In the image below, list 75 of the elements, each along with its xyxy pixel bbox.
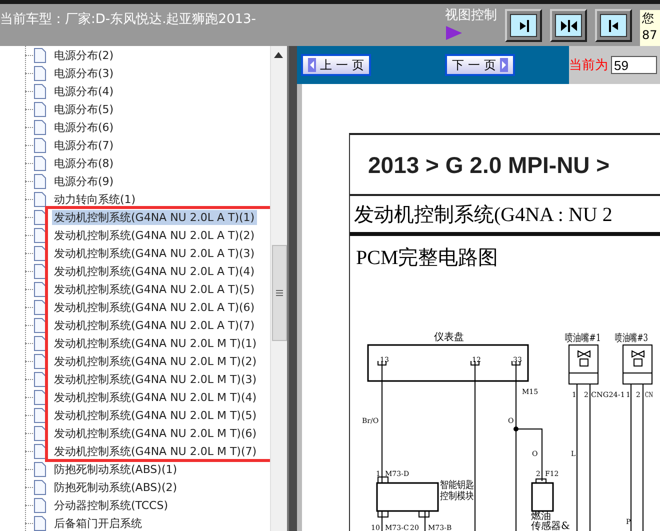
document-icon	[34, 210, 46, 224]
document-heading: 2013 > G 2.0 MPI-NU >	[367, 151, 611, 180]
user-info-text: 87	[641, 27, 658, 44]
tree-item[interactable]: 后备箱门开启系统	[52, 516, 144, 530]
document-icon	[34, 282, 46, 296]
tree-item[interactable]: 发动机控制系统(G4NA NU 2.0L A T)(3)	[52, 246, 257, 260]
tree-item[interactable]: 发动机控制系统(G4NA NU 2.0L M T)(6)	[52, 426, 259, 440]
document-icon	[34, 408, 46, 422]
triangle-icon	[445, 26, 463, 40]
tree-item[interactable]: 电源分布(2)	[52, 48, 116, 62]
next-page-button[interactable]: 下 一 页	[445, 54, 515, 76]
document-icon	[34, 228, 46, 242]
tree-item[interactable]: 发动机控制系统(G4NA NU 2.0L A T)(2)	[52, 228, 257, 242]
tree-item[interactable]: 电源分布(9)	[52, 174, 116, 188]
tree-item[interactable]: 发动机控制系统(G4NA NU 2.0L M T)(4)	[52, 390, 259, 404]
document-icon	[34, 336, 46, 350]
document-icon	[34, 480, 46, 494]
split-view-button[interactable]	[550, 9, 587, 42]
tree-item[interactable]: 发动机控制系统(G4NA NU 2.0L M T)(3)	[52, 372, 259, 386]
scroll-thumb[interactable]	[272, 245, 287, 341]
document-icon	[34, 120, 46, 134]
section-title: 发动机控制系统(G4NA : NU 2	[350, 194, 660, 236]
document-icon	[34, 300, 46, 314]
document-icon	[34, 156, 46, 170]
arrows-to-center-icon	[560, 20, 578, 32]
document-icon	[34, 318, 46, 332]
tree-item[interactable]: 防抱死制动系统(ABS)(1)	[52, 462, 180, 476]
tree-item[interactable]: 分动器控制系统(TCCS)	[52, 498, 170, 512]
car-model-label: 当前车型：厂家:D-东风悦达.起亚狮跑2013-	[0, 11, 256, 28]
bar-arrow-icon	[608, 20, 620, 32]
document-icon	[34, 444, 46, 458]
page-number-field[interactable]: 59	[611, 56, 657, 74]
tree-item[interactable]: 电源分布(7)	[52, 138, 116, 152]
left-arrow-icon	[308, 58, 316, 72]
current-page-label: 当前为	[569, 57, 608, 74]
document-icon	[34, 84, 46, 98]
scrollbar[interactable]	[270, 46, 287, 531]
tree-item[interactable]: 发动机控制系统(G4NA NU 2.0L A T)(4)	[52, 264, 257, 278]
document-icon	[34, 174, 46, 188]
document-icon	[34, 246, 46, 260]
document-icon	[34, 426, 46, 440]
arrow-to-bar-icon	[518, 20, 530, 32]
tree-item[interactable]: 发动机控制系统(G4NA NU 2.0L A T)(6)	[52, 300, 257, 314]
tree-item[interactable]: 电源分布(3)	[52, 66, 116, 80]
document-icon	[34, 66, 46, 80]
tree-item[interactable]: 发动机控制系统(G4NA NU 2.0L M T)(1)	[52, 336, 259, 350]
scroll-up-icon[interactable]	[274, 52, 283, 58]
tree-item[interactable]: 电源分布(5)	[52, 102, 116, 116]
document-icon	[34, 354, 46, 368]
user-info-text: 您	[641, 10, 655, 27]
right-arrow-icon	[500, 58, 508, 72]
document-icon	[34, 138, 46, 152]
view-control-label: 视图控制	[445, 7, 497, 24]
expand-right-button[interactable]	[505, 9, 542, 42]
tree-item[interactable]: 发动机控制系统(G4NA NU 2.0L A T)(1)	[52, 210, 257, 224]
expand-left-button[interactable]	[595, 9, 632, 42]
tree-item[interactable]: 动力转向系统(1)	[52, 192, 138, 206]
tree-item[interactable]: 电源分布(8)	[52, 156, 116, 170]
tree-item[interactable]: 发动机控制系统(G4NA NU 2.0L A T)(5)	[52, 282, 257, 296]
document-icon	[34, 264, 46, 278]
tree-item[interactable]: 发动机控制系统(G4NA NU 2.0L M T)(7)	[52, 444, 259, 458]
document-icon	[34, 192, 46, 206]
previous-page-button[interactable]: 上 一 页	[301, 54, 371, 76]
tree-item[interactable]: 电源分布(6)	[52, 120, 116, 134]
tree-item[interactable]: 防抱死制动系统(ABS)(2)	[52, 480, 180, 494]
document-icon	[34, 390, 46, 404]
tree-item[interactable]: 发动机控制系统(G4NA NU 2.0L M T)(2)	[52, 354, 259, 368]
tree-item[interactable]: 发动机控制系统(G4NA NU 2.0L A T)(7)	[52, 318, 257, 332]
document-icon	[34, 372, 46, 386]
tree-item[interactable]: 发动机控制系统(G4NA NU 2.0L M T)(5)	[52, 408, 259, 422]
document-icon	[34, 498, 46, 512]
tree-item[interactable]: 电源分布(4)	[52, 84, 116, 98]
document-icon	[34, 102, 46, 116]
document-icon	[34, 462, 46, 476]
diagram-title: PCM完整电路图	[355, 246, 500, 271]
